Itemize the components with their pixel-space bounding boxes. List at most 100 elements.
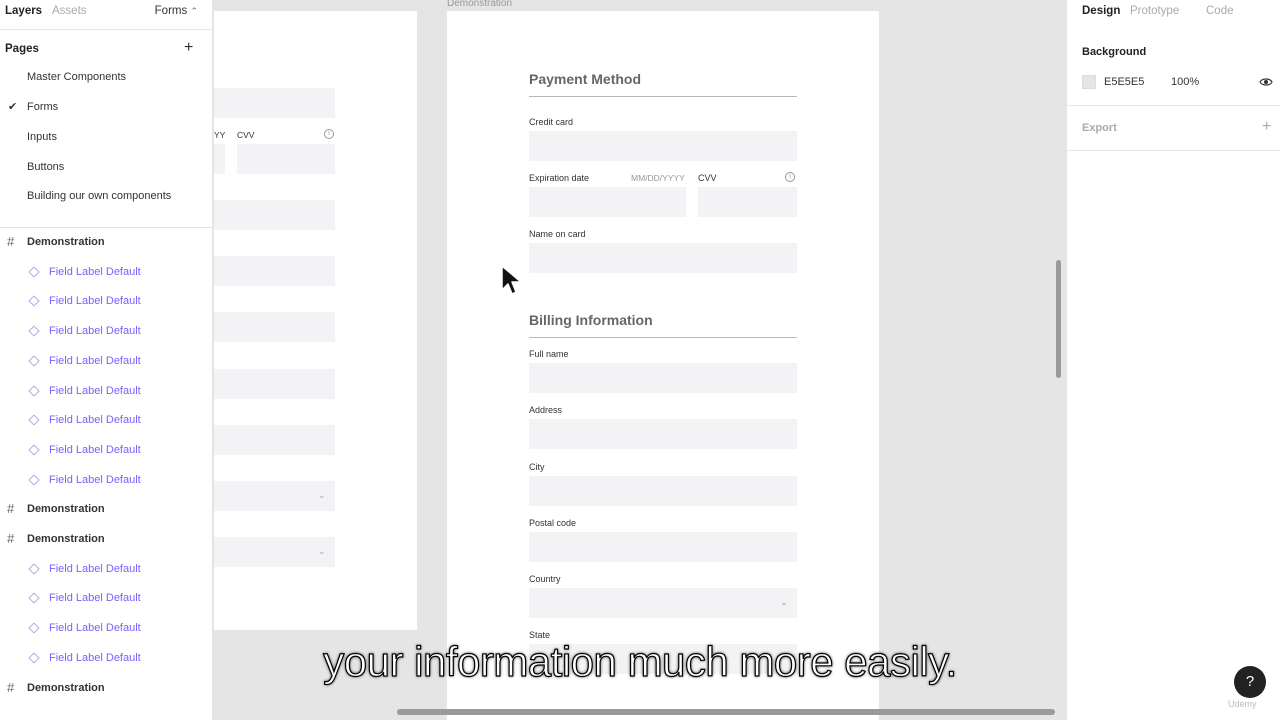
postal-code-input[interactable] [529,532,797,562]
ghost-input [214,88,335,118]
name-on-card-input[interactable] [529,243,797,273]
layer-label: Field Label Default [49,266,141,278]
add-export-icon[interactable]: + [1262,118,1271,136]
eye-icon[interactable] [1259,76,1273,88]
layer-label: Field Label Default [49,474,141,486]
background-opacity-value[interactable]: 100% [1171,76,1199,88]
expiration-date-input[interactable] [529,187,686,217]
credit-card-input[interactable] [529,131,797,161]
frame-demonstration[interactable]: Payment Method Credit card Expiration da… [447,11,879,720]
expiration-date-label: Expiration date [529,173,590,183]
layer-label: Field Label Default [49,295,141,307]
component-instance-icon [28,295,40,307]
city-input[interactable] [529,476,797,506]
address-input[interactable] [529,419,797,449]
page-item-inputs[interactable]: Inputs [0,124,212,152]
frame-icon: # [7,234,15,249]
component-instance-icon [28,592,40,604]
ghost-input [214,312,335,342]
tab-design[interactable]: Design [1082,5,1120,17]
video-caption: your information much more easily. [323,637,958,685]
layer-component-instance[interactable]: Field Label Default [0,347,212,376]
layer-label: Demonstration [27,236,105,248]
cvv-label: CVV [698,173,717,183]
layer-frame[interactable]: # Demonstration [0,228,212,257]
layer-label: Field Label Default [49,414,141,426]
component-instance-icon [28,622,40,634]
page-item-forms[interactable]: ✔ Forms [0,94,212,122]
canvas[interactable]: YY CVV i ⌄ ⌄ Demonstration Payment Metho… [214,0,1066,720]
ghost-input [214,425,335,455]
address-label: Address [529,405,563,415]
layer-component-instance[interactable]: Field Label Default [0,377,212,406]
info-icon: i [324,129,334,139]
layer-label: Demonstration [27,503,105,515]
layer-component-instance[interactable]: Field Label Default [0,466,212,495]
mouse-pointer-icon [501,265,522,295]
vertical-scrollbar[interactable] [1056,260,1061,378]
page-item-label: Building our own components [27,190,172,202]
layer-component-instance[interactable]: Field Label Default [0,584,212,613]
ghost-input [214,200,335,230]
layer-label: Field Label Default [49,385,141,397]
properties-panel: Design Prototype Code Background E5E5E5 … [1066,0,1280,720]
chevron-down-icon: ⌄ [318,546,326,556]
page-item-label: Buttons [27,161,65,173]
full-name-input[interactable] [529,363,797,393]
layer-frame[interactable]: # Demonstration [0,495,212,524]
section-divider [529,337,797,338]
tab-layers[interactable]: Layers [5,5,42,17]
layers-panel: Layers Assets Forms ⌃ Pages + Master Com… [0,0,213,720]
page-selector-label: Forms [154,5,188,17]
ghost-cvv-label: CVV [237,130,255,140]
ghost-select [214,481,335,511]
background-color-swatch[interactable] [1082,75,1096,89]
layer-component-instance[interactable]: Field Label Default [0,406,212,435]
layer-frame[interactable]: # Demonstration [0,525,212,554]
expiration-date-hint: MM/DD/YYYY [631,173,685,183]
tab-code[interactable]: Code [1206,5,1234,17]
section-divider [1067,150,1280,151]
chevron-down-icon: ⌄ [780,597,788,607]
page-item-building-components[interactable]: Building our own components [0,183,212,211]
ghost-input [214,369,335,399]
component-instance-icon [28,355,40,367]
frame-icon: # [7,501,15,516]
tab-prototype[interactable]: Prototype [1130,5,1179,17]
credit-card-label: Credit card [529,117,574,127]
frame-name-label[interactable]: Demonstration [447,0,512,9]
component-instance-icon [28,325,40,337]
tab-assets[interactable]: Assets [52,5,87,17]
city-label: City [529,462,545,472]
page-selector[interactable]: Forms ⌃ [155,5,198,17]
info-icon[interactable]: i [785,172,795,182]
billing-information-title: Billing Information [529,312,653,328]
layer-label: Field Label Default [49,622,141,634]
layer-label: Field Label Default [49,355,141,367]
background-section-title: Background [1082,46,1147,58]
layer-label: Field Label Default [49,325,141,337]
horizontal-scrollbar[interactable] [397,709,1055,715]
frame-left[interactable]: YY CVV i ⌄ ⌄ [214,11,417,630]
page-item-master-components[interactable]: Master Components [0,64,212,92]
layer-component-instance[interactable]: Field Label Default [0,258,212,287]
add-page-icon[interactable]: + [184,39,193,57]
component-instance-icon [28,474,40,486]
cvv-input[interactable] [698,187,797,217]
layer-label: Field Label Default [49,563,141,575]
layer-component-instance[interactable]: Field Label Default [0,287,212,316]
layer-component-instance[interactable]: Field Label Default [0,555,212,584]
section-divider [529,96,797,97]
page-item-buttons[interactable]: Buttons [0,154,212,182]
export-section-title: Export [1082,122,1117,134]
page-item-label: Forms [27,101,59,113]
layer-component-instance[interactable]: Field Label Default [0,436,212,465]
pages-title: Pages [5,43,39,55]
component-instance-icon [28,444,40,456]
layer-label: Field Label Default [49,592,141,604]
country-select[interactable] [529,588,797,618]
layer-component-instance[interactable]: Field Label Default [0,317,212,346]
layer-label: Demonstration [27,533,105,545]
left-panel-tabs: Layers Assets Forms ⌃ [0,0,212,30]
background-hex-value[interactable]: E5E5E5 [1104,76,1144,88]
